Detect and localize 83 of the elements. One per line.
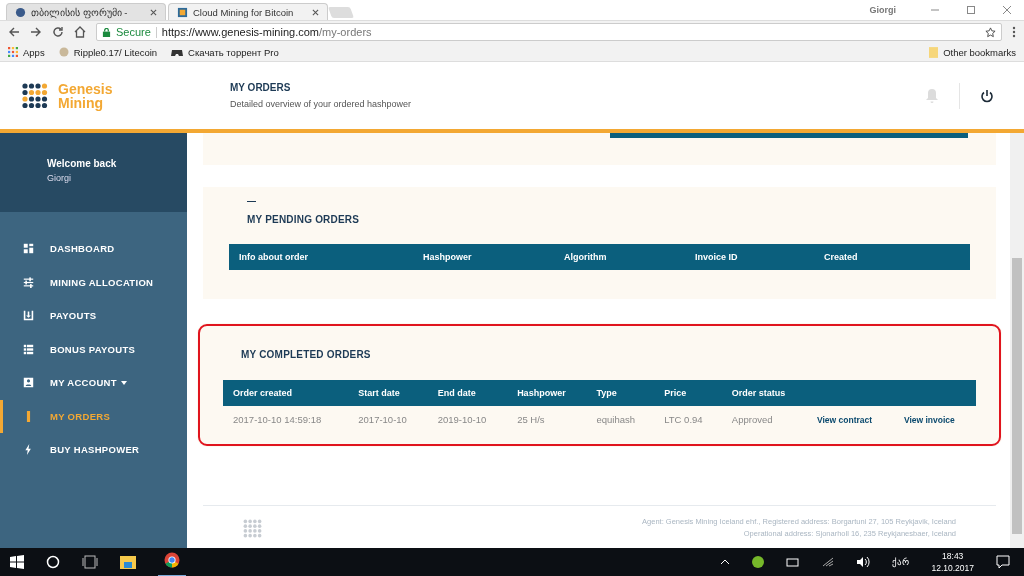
lock-icon bbox=[102, 27, 111, 37]
dashboard-icon bbox=[23, 243, 34, 255]
user-name: Giorgi bbox=[47, 173, 72, 183]
menu-icon[interactable] bbox=[1012, 26, 1016, 38]
logo-icon bbox=[22, 82, 48, 109]
column-header: Algorithm bbox=[564, 252, 608, 262]
section-title: MY COMPLETED ORDERS bbox=[241, 349, 372, 360]
close-icon[interactable] bbox=[1002, 5, 1012, 15]
close-icon[interactable] bbox=[150, 8, 157, 16]
logo-icon bbox=[243, 518, 262, 538]
home-icon[interactable] bbox=[74, 26, 86, 38]
close-icon[interactable] bbox=[312, 8, 319, 16]
search-icon[interactable] bbox=[46, 555, 60, 569]
payout-icon bbox=[23, 310, 34, 322]
table-cell: 2019-10-10 bbox=[427, 406, 508, 432]
column-header: Info about order bbox=[239, 252, 309, 262]
face-icon bbox=[15, 6, 26, 18]
column-header: End date bbox=[427, 380, 508, 406]
notification-icon[interactable] bbox=[996, 555, 1010, 569]
maximize-icon[interactable] bbox=[966, 5, 976, 15]
wifi-icon[interactable] bbox=[822, 557, 835, 567]
table-link[interactable]: View invoice bbox=[903, 414, 955, 425]
battery-icon[interactable] bbox=[786, 557, 801, 567]
column-header: Invoice ID bbox=[695, 252, 739, 262]
gamepad-icon bbox=[171, 47, 184, 57]
table-cell: 25 H/s bbox=[507, 406, 587, 432]
table-cell: 2017-10-10 14:59:18 bbox=[223, 406, 349, 432]
task-view-icon[interactable] bbox=[82, 555, 98, 569]
column-header: Price bbox=[654, 380, 722, 406]
column-header: Start date bbox=[348, 380, 428, 406]
bookmark-link[interactable]: Ripple0.17/ Litecoin bbox=[58, 46, 158, 58]
folder-icon[interactable] bbox=[120, 555, 136, 569]
coin-icon bbox=[58, 47, 69, 57]
power-icon[interactable] bbox=[980, 88, 994, 103]
column-header: Order created bbox=[223, 380, 349, 406]
logo-text: Genesis Mining bbox=[58, 81, 113, 110]
back-icon[interactable] bbox=[8, 26, 20, 38]
tab-title: თბილისის ფორუმი - bbox=[31, 6, 129, 18]
torrent-icon[interactable] bbox=[752, 556, 765, 568]
bookmark-link[interactable]: Скачать торрент Pro bbox=[171, 46, 279, 58]
grid-icon bbox=[177, 6, 188, 18]
column-header: Created bbox=[824, 252, 859, 262]
star-icon[interactable] bbox=[985, 26, 996, 38]
section-title: MY PENDING ORDERS bbox=[247, 214, 361, 225]
volume-icon[interactable] bbox=[856, 556, 871, 568]
page-subtitle: Detailed overview of your ordered hashpower bbox=[230, 99, 412, 109]
grid-icon bbox=[8, 47, 18, 57]
column-header: Hashpower bbox=[507, 380, 587, 406]
reload-icon[interactable] bbox=[52, 26, 64, 38]
chrome-icon[interactable] bbox=[164, 551, 180, 568]
list-icon bbox=[23, 343, 34, 355]
nav-item[interactable]: BONUS PAYOUTS bbox=[0, 332, 187, 366]
windows-icon[interactable] bbox=[10, 555, 24, 569]
column-header: Type bbox=[586, 380, 655, 406]
table-cell: Approved bbox=[721, 406, 807, 432]
nav-item[interactable]: MINING ALLOCATION bbox=[0, 265, 187, 299]
chevron-up-icon[interactable] bbox=[720, 559, 731, 565]
address-field[interactable]: Secure https://www.genesis-mining.com/my-orders bbox=[96, 23, 1002, 41]
scrollbar[interactable] bbox=[1010, 133, 1024, 548]
column-header: Order status bbox=[721, 380, 807, 406]
folder-icon bbox=[929, 46, 939, 58]
table-cell: equihash bbox=[586, 406, 655, 432]
page-title: MY ORDERS bbox=[230, 82, 292, 93]
nav-item[interactable]: DASHBOARD bbox=[0, 232, 187, 266]
nav-item[interactable]: BUY HASHPOWER bbox=[0, 433, 187, 467]
profile-name[interactable]: Giorgi bbox=[869, 5, 896, 15]
bookmark-link[interactable]: Apps bbox=[8, 46, 45, 58]
table-link[interactable]: View contract bbox=[816, 414, 873, 425]
account-icon bbox=[23, 377, 34, 389]
nav-item[interactable]: MY ACCOUNT bbox=[0, 366, 187, 400]
nav-item[interactable]: PAYOUTS bbox=[0, 299, 187, 333]
table-cell: LTC 0.94 bbox=[654, 406, 722, 432]
forward-icon[interactable] bbox=[30, 26, 42, 38]
welcome-text: Welcome back bbox=[47, 158, 118, 169]
sliders-icon bbox=[23, 276, 34, 288]
clock[interactable]: 18:43 12.10.2017 bbox=[931, 550, 974, 574]
browser-tab[interactable]: Cloud Mining for Bitcoin bbox=[168, 3, 328, 20]
language-indicator[interactable]: ქარ bbox=[892, 557, 910, 567]
bookmark-folder[interactable]: Other bookmarks bbox=[929, 46, 1016, 58]
table-cell: 2017-10-10 bbox=[348, 406, 428, 432]
browser-tab[interactable]: თბილისის ფორუმი - bbox=[6, 3, 166, 20]
tab-title: Cloud Mining for Bitcoin bbox=[193, 6, 295, 18]
column-header: Hashpower bbox=[423, 252, 473, 262]
